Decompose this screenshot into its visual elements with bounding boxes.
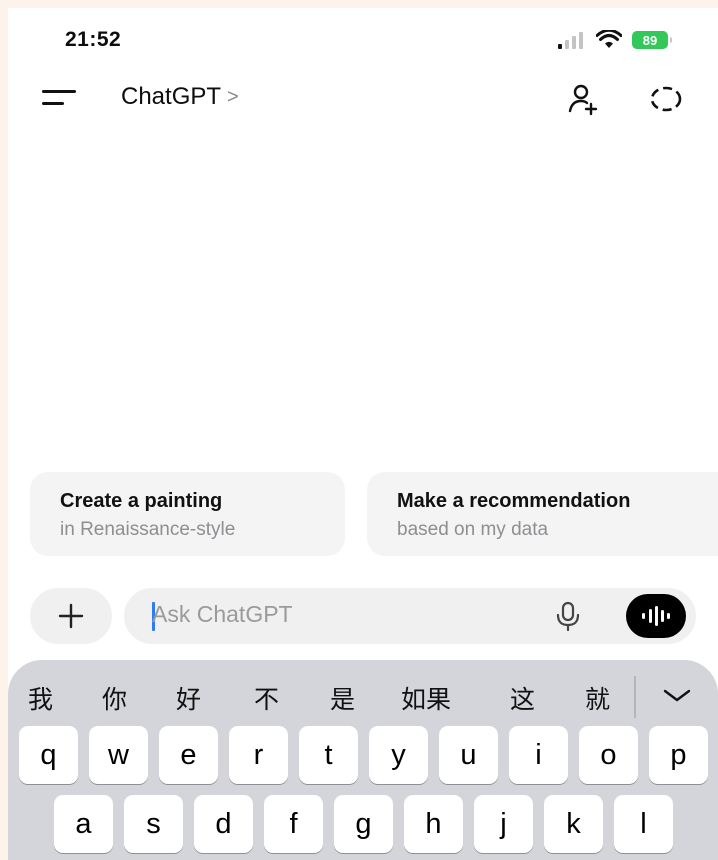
chevron-down-icon[interactable] <box>660 682 694 708</box>
suggestion-card-recommendation[interactable]: Make a recommendation based on my data <box>367 472 718 556</box>
suggestion-card-painting[interactable]: Create a painting in Renaissance-style <box>30 472 345 556</box>
status-indicators: 89 <box>558 28 672 52</box>
page-title: ChatGPT <box>121 83 222 110</box>
key-j[interactable]: j <box>474 795 533 853</box>
onscreen-keyboard: 我 你 好 不 是 如果 这 就 q w e r t y u i o p a s… <box>8 660 718 860</box>
key-h[interactable]: h <box>404 795 463 853</box>
key-u[interactable]: u <box>439 726 498 784</box>
candidate-word[interactable]: 好 <box>176 680 201 716</box>
key-w[interactable]: w <box>89 726 148 784</box>
key-g[interactable]: g <box>334 795 393 853</box>
key-d[interactable]: d <box>194 795 253 853</box>
plus-icon <box>58 603 84 629</box>
menu-icon[interactable] <box>42 88 76 108</box>
candidate-word[interactable]: 这 <box>510 680 535 716</box>
voice-mode-button[interactable] <box>626 594 686 638</box>
key-y[interactable]: y <box>369 726 428 784</box>
suggestion-title: Create a painting <box>60 490 223 512</box>
voice-waveform-icon <box>642 606 670 626</box>
key-a[interactable]: a <box>54 795 113 853</box>
microphone-icon[interactable] <box>552 600 584 632</box>
suggestion-title: Make a recommendation <box>397 490 631 512</box>
cellular-signal-icon <box>558 32 583 49</box>
message-input[interactable]: Ask ChatGPT <box>124 588 696 644</box>
battery-indicator: 89 <box>632 31 672 49</box>
app-screen: 21:52 89 ChatGPT > Create a painting in … <box>8 8 718 860</box>
input-placeholder: Ask ChatGPT <box>152 601 293 627</box>
key-p[interactable]: p <box>649 726 708 784</box>
add-person-icon[interactable] <box>566 82 602 118</box>
key-e[interactable]: e <box>159 726 218 784</box>
key-r[interactable]: r <box>229 726 288 784</box>
key-i[interactable]: i <box>509 726 568 784</box>
candidate-bar: 我 你 好 不 是 如果 这 就 <box>8 660 718 728</box>
chevron-right-icon: > <box>227 86 239 108</box>
key-t[interactable]: t <box>299 726 358 784</box>
candidate-word[interactable]: 就 <box>585 680 610 716</box>
suggestion-subtitle: in Renaissance-style <box>60 519 236 540</box>
suggestion-subtitle: based on my data <box>397 519 549 540</box>
key-f[interactable]: f <box>264 795 323 853</box>
key-q[interactable]: q <box>19 726 78 784</box>
candidate-word[interactable]: 你 <box>102 680 127 716</box>
candidate-word[interactable]: 是 <box>330 680 355 716</box>
model-selector[interactable]: ChatGPT > <box>121 83 239 111</box>
key-k[interactable]: k <box>544 795 603 853</box>
key-o[interactable]: o <box>579 726 638 784</box>
key-l[interactable]: l <box>614 795 673 853</box>
attach-button[interactable] <box>30 588 112 644</box>
temporary-chat-icon[interactable] <box>648 82 684 118</box>
status-time: 21:52 <box>65 28 122 51</box>
key-s[interactable]: s <box>124 795 183 853</box>
wifi-icon <box>596 30 622 48</box>
battery-level: 89 <box>642 32 658 48</box>
candidate-word[interactable]: 不 <box>254 680 279 716</box>
candidate-divider <box>634 676 636 718</box>
candidate-word[interactable]: 我 <box>28 680 53 716</box>
candidate-word[interactable]: 如果 <box>401 680 451 716</box>
